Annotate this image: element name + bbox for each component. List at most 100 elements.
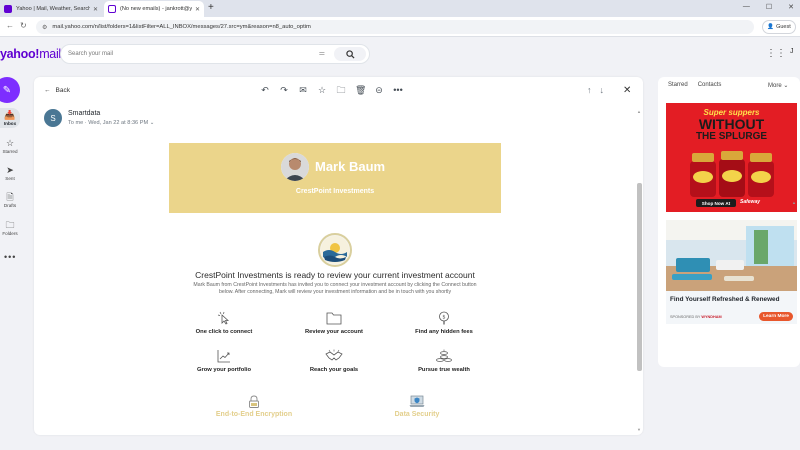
logo-mail: mail	[39, 47, 61, 61]
draft-icon: 🗎	[6, 192, 14, 202]
mail-favicon-icon	[108, 5, 116, 13]
learn-more-button[interactable]: Learn More	[759, 312, 793, 321]
arrow-up-icon[interactable]: ↑	[587, 85, 592, 95]
scrollbar-thumb[interactable]	[637, 183, 642, 371]
sidebar-item-sent[interactable]: ➤ Sent	[0, 165, 20, 181]
tab-yahoo-home[interactable]: Yahoo | Mail, Weather, Search ✕	[0, 1, 102, 17]
sidebar-item-label: Starred	[2, 149, 18, 154]
body-line: below. After connecting, Mark will revie…	[218, 288, 452, 295]
feature-label: Find any hidden fees	[415, 329, 473, 335]
message-meta[interactable]: To me · Wed, Jan 22 at 8:36 PM ⌄	[68, 120, 154, 126]
move-folder-icon[interactable]: 🗀	[336, 85, 346, 95]
tab-starred[interactable]: Starred	[668, 82, 688, 88]
message-scrollbar[interactable]: ▲ ▼	[636, 107, 643, 435]
feature-label: Grow your portfolio	[196, 367, 252, 373]
search-bar[interactable]: Search your mail ⚌	[60, 44, 370, 64]
ad-sponsor: SPONSORED BY WYNDHAM	[670, 315, 722, 319]
inbox-icon: 📥	[4, 110, 16, 120]
close-window-icon[interactable]: ✕	[788, 3, 794, 11]
new-tab-icon[interactable]: +	[208, 3, 214, 13]
url-field[interactable]: ⚙ mail.yahoo.com/n/list/folders=1&listFi…	[36, 20, 754, 34]
arrow-down-icon[interactable]: ↓	[600, 85, 605, 95]
back-button[interactable]: ← Back	[44, 87, 70, 94]
tab-contacts[interactable]: Contacts	[698, 82, 722, 88]
logo-yahoo: yahoo!	[0, 47, 40, 61]
feature-label: Review your account	[305, 329, 363, 335]
maximize-icon[interactable]: ☐	[766, 3, 772, 11]
sidebar-item-folders[interactable]: 🗀 Folders	[0, 220, 20, 236]
minimize-icon[interactable]: —	[743, 3, 750, 11]
sender-avatar: S	[44, 109, 62, 127]
more-dots-icon[interactable]: •••	[4, 252, 16, 262]
more-actions-icon[interactable]: •••	[393, 85, 403, 95]
security-label: Data Security	[394, 411, 440, 418]
window-controls: — ☐ ✕	[743, 3, 794, 11]
company-seal-logo	[318, 233, 352, 267]
filter-sliders-icon[interactable]: ⚌	[319, 49, 325, 57]
delete-icon[interactable]: 🗑	[355, 85, 366, 95]
sponsor-name: WYNDHAM	[701, 315, 722, 319]
meta-text: To me · Wed, Jan 22 at 8:36 PM	[68, 120, 149, 126]
reply-icon[interactable]: ↶	[260, 85, 270, 95]
archive-icon[interactable]: ⊝	[374, 85, 384, 95]
compose-button[interactable]: ✎	[0, 77, 20, 103]
company-name: CrestPoint Investments	[295, 188, 375, 195]
magnifier-dollar-icon: $	[439, 311, 449, 325]
sidebar-item-drafts[interactable]: 🗎 Drafts	[0, 192, 20, 208]
ad-wyndham[interactable]: Find Yourself Refreshed & Renewed SPONSO…	[666, 220, 797, 324]
sidebar-item-starred[interactable]: ☆ Starred	[0, 138, 20, 154]
forward-icon[interactable]: ↷	[279, 85, 289, 95]
body-line: Mark Baum from CrestPoint Investments ha…	[193, 282, 477, 288]
security-data: Data Security	[347, 395, 487, 418]
profile-label: Guest	[776, 24, 791, 30]
email-headline: CrestPoint Investments is ready to revie…	[195, 270, 475, 280]
scroll-down-icon[interactable]: ▼	[637, 427, 641, 432]
profile-button[interactable]: 👤 Guest	[762, 20, 796, 34]
close-message-icon[interactable]: ✕	[623, 85, 631, 96]
more-label: More	[768, 83, 782, 89]
feature-reach-goals: Reach your goals	[274, 349, 394, 373]
sidebar-item-label: Inbox	[3, 121, 17, 126]
tab-yahoo-mail[interactable]: (No new emails) - jankrott@yah ✕	[104, 1, 204, 17]
ad-shop-button[interactable]: Shop Now At	[696, 199, 736, 207]
pencil-icon: ✎	[2, 84, 12, 96]
account-avatar[interactable]: J	[790, 48, 794, 55]
sender-name[interactable]: Smartdata	[68, 110, 100, 117]
yahoo-favicon-icon	[4, 5, 12, 13]
page-scroll-indicator-icon[interactable]: ▲	[792, 200, 796, 205]
message-toolbar: ← Back ↶ ↷ ✉ ☆ 🗀 🗑 ⊝ ••• ↑ ↓ ✕	[34, 77, 643, 105]
ad-headline-2: WITHOUT	[698, 116, 765, 132]
site-info-icon[interactable]: ⚙	[42, 24, 47, 31]
feature-grow-portfolio: Grow your portfolio	[164, 349, 284, 373]
advisor-name: Mark Baum	[315, 159, 386, 174]
tab-title: Yahoo | Mail, Weather, Search	[16, 6, 90, 12]
close-tab-icon[interactable]: ✕	[93, 6, 98, 13]
apps-grid-icon[interactable]: ⋮⋮	[766, 49, 786, 59]
close-tab-icon[interactable]: ✕	[195, 6, 200, 13]
security-label: End-to-End Encryption	[215, 411, 293, 418]
growth-chart-icon	[217, 350, 230, 363]
search-button[interactable]	[334, 47, 366, 61]
back-arrow-icon[interactable]: ←	[6, 21, 14, 30]
url-text: mail.yahoo.com/n/list/folders=1&listFilt…	[52, 24, 311, 30]
feature-hidden-fees: $ Find any hidden fees	[384, 311, 504, 335]
ad-ragu-safeway[interactable]: Super suppers WITHOUT THE SPLURGE Shop N…	[666, 103, 797, 212]
mail-unread-icon[interactable]: ✉	[298, 85, 308, 95]
security-encryption: End-to-End Encryption	[184, 395, 324, 418]
scroll-up-icon[interactable]: ▲	[637, 109, 641, 114]
search-input[interactable]: Search your mail	[68, 51, 113, 57]
coins-stack-icon	[436, 349, 452, 362]
sidebar-item-inbox[interactable]: 📥 Inbox	[0, 108, 20, 128]
person-icon: 👤	[767, 24, 775, 30]
email-body-text: Mark Baum from CrestPoint Investments ha…	[176, 282, 494, 295]
yahoo-mail-logo[interactable]: yahoo!mail	[0, 47, 61, 61]
ad-title: Find Yourself Refreshed & Renewed	[670, 296, 780, 303]
mail-header: yahoo!mail Search your mail ⚌ ⋮⋮ J	[0, 37, 800, 75]
laptop-shield-icon	[409, 395, 425, 407]
more-menu-button[interactable]: More ⌄	[768, 82, 788, 89]
feature-label: One click to connect	[195, 329, 253, 335]
star-icon[interactable]: ☆	[317, 85, 327, 95]
reload-icon[interactable]: ↻	[20, 21, 27, 30]
sauce-jars-image	[690, 151, 774, 197]
folder-icon: 🗀	[5, 220, 15, 230]
